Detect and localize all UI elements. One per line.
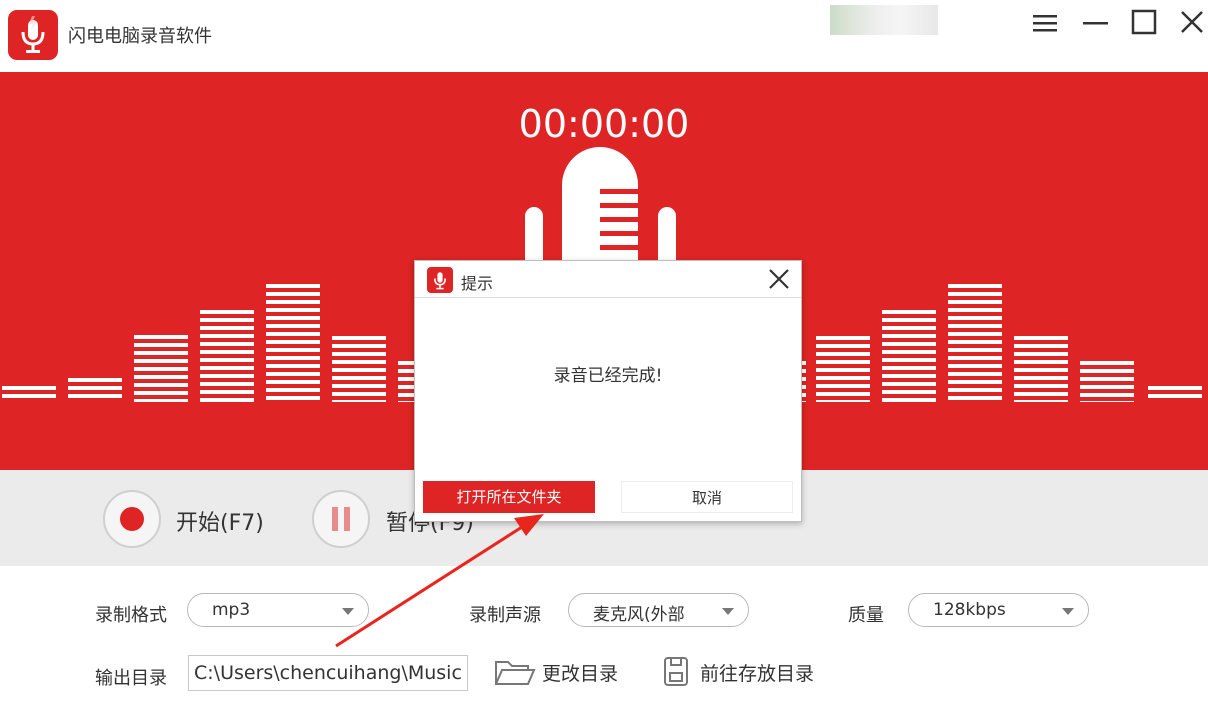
microphone-logo-icon: [8, 10, 58, 60]
dialog-title: 提示: [461, 274, 494, 293]
dialog-header: 提示: [415, 261, 801, 298]
start-record-button[interactable]: [103, 490, 161, 548]
start-label[interactable]: 开始(F7): [176, 505, 264, 537]
maximize-icon[interactable]: [1128, 8, 1160, 38]
user-avatar[interactable]: [830, 5, 938, 35]
open-dir-button[interactable]: 前往存放目录: [662, 656, 827, 688]
chevron-down-icon: [1062, 608, 1074, 615]
equalizer-bar: [200, 310, 254, 402]
save-disk-icon: [664, 657, 688, 686]
source-label: 录制声源: [469, 605, 541, 626]
recording-timer: 00:00:00: [518, 102, 690, 146]
equalizer-bar: [1148, 386, 1202, 402]
equalizer-bar: [816, 336, 870, 402]
close-icon[interactable]: [767, 267, 791, 291]
pause-button[interactable]: [312, 490, 370, 548]
source-select[interactable]: 麦克风(外部: [568, 593, 749, 627]
equalizer-bar: [266, 284, 320, 402]
equalizer-bar: [2, 386, 56, 402]
format-label: 录制格式: [95, 605, 167, 626]
open-folder-button[interactable]: 打开所在文件夹: [423, 481, 595, 513]
folder-icon: [495, 661, 536, 685]
open-dir-label: 前往存放目录: [700, 663, 815, 685]
chevron-down-icon: [342, 608, 354, 615]
title-bar: 闪电电脑录音软件: [0, 0, 1208, 72]
equalizer-bar: [882, 310, 936, 402]
equalizer-bar: [332, 336, 386, 402]
output-dir-label: 输出目录: [95, 668, 167, 689]
menu-icon[interactable]: [1030, 8, 1062, 38]
quality-label: 质量: [848, 605, 884, 626]
source-value: 麦克风(外部: [593, 605, 685, 625]
minimize-icon[interactable]: [1080, 8, 1112, 38]
format-value: mp3: [212, 600, 251, 620]
chevron-down-icon: [722, 608, 734, 615]
app-title: 闪电电脑录音软件: [68, 26, 212, 47]
cancel-button[interactable]: 取消: [621, 481, 793, 513]
quality-select[interactable]: 128kbps: [908, 593, 1089, 627]
close-icon[interactable]: [1176, 8, 1208, 38]
output-path-field[interactable]: C:\Users\chencuihang\Music: [188, 655, 468, 691]
quality-value: 128kbps: [933, 600, 1006, 620]
equalizer-bar: [1014, 336, 1068, 402]
completion-dialog: 提示 录音已经完成! 打开所在文件夹 取消: [414, 260, 802, 522]
equalizer-bar: [1080, 361, 1134, 402]
dialog-message: 录音已经完成!: [553, 366, 663, 386]
equalizer-bar: [134, 335, 188, 402]
change-dir-label: 更改目录: [542, 663, 619, 685]
equalizer-bar: [68, 378, 122, 402]
change-dir-button[interactable]: 更改目录: [494, 656, 626, 688]
microphone-logo-icon: [427, 267, 453, 293]
format-select[interactable]: mp3: [187, 593, 369, 627]
equalizer-bar: [948, 284, 1002, 402]
